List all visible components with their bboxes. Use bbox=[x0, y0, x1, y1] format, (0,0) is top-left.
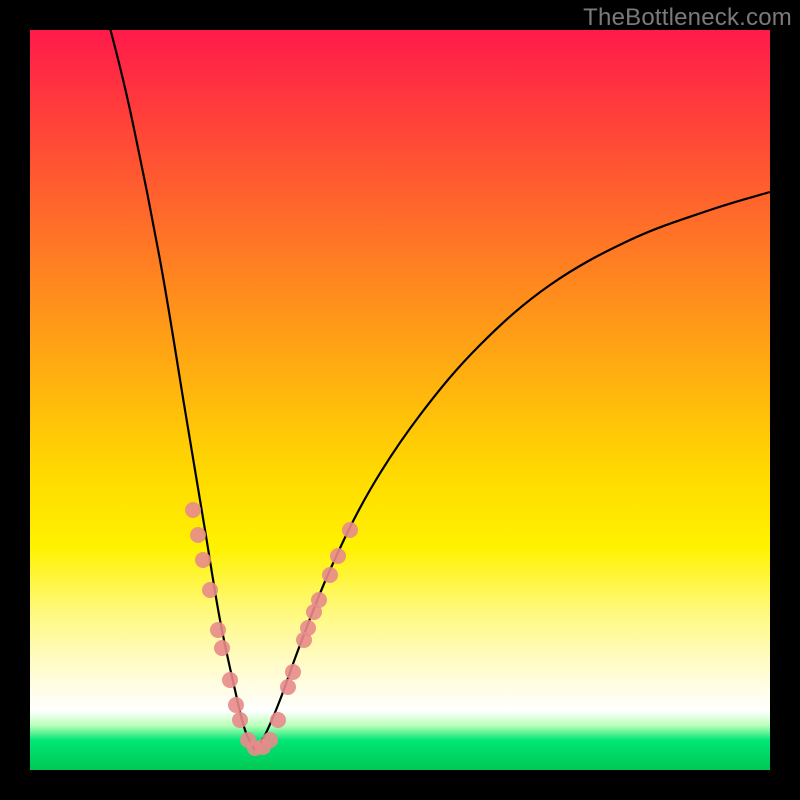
data-point-marker bbox=[190, 527, 206, 543]
data-point-marker bbox=[342, 522, 358, 538]
data-point-marker bbox=[232, 712, 248, 728]
data-point-marker bbox=[185, 502, 201, 518]
data-point-marker bbox=[222, 672, 238, 688]
data-markers bbox=[185, 502, 358, 756]
right-curve bbox=[255, 192, 770, 750]
data-point-marker bbox=[300, 620, 316, 636]
plot-area bbox=[30, 30, 770, 770]
data-point-marker bbox=[285, 664, 301, 680]
data-point-marker bbox=[210, 622, 226, 638]
data-point-marker bbox=[330, 548, 346, 564]
data-point-marker bbox=[262, 732, 278, 748]
data-point-marker bbox=[280, 679, 296, 695]
data-point-marker bbox=[202, 582, 218, 598]
data-point-marker bbox=[322, 567, 338, 583]
data-point-marker bbox=[270, 712, 286, 728]
data-point-marker bbox=[195, 552, 211, 568]
chart-svg bbox=[30, 30, 770, 770]
data-point-marker bbox=[311, 592, 327, 608]
data-point-marker bbox=[214, 640, 230, 656]
data-point-marker bbox=[228, 697, 244, 713]
chart-container: TheBottleneck.com bbox=[0, 0, 800, 800]
watermark: TheBottleneck.com bbox=[583, 4, 792, 32]
left-curve bbox=[108, 20, 255, 750]
